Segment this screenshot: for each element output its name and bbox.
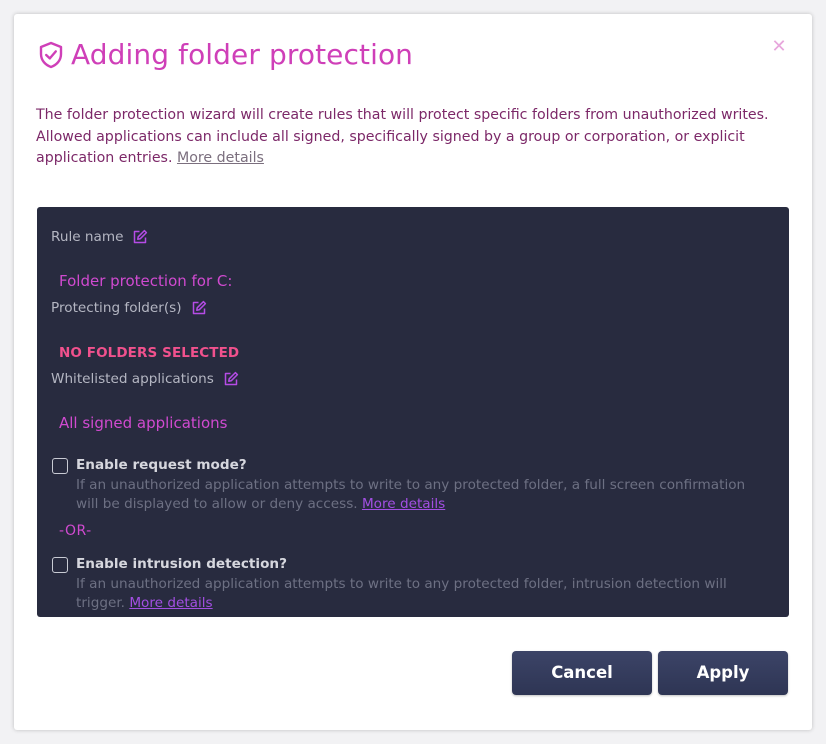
rule-settings-panel: Rule name Folder protection for C: Prote…	[37, 207, 789, 617]
rule-name-value: Folder protection for C:	[59, 272, 233, 290]
rule-name-label: Rule name	[51, 229, 148, 245]
dialog-title: Adding folder protection	[71, 38, 414, 71]
request-mode-description: If an unauthorized application attempts …	[76, 476, 766, 514]
rule-name-label-text: Rule name	[51, 229, 124, 245]
protecting-folders-label-text: Protecting folder(s)	[51, 300, 182, 316]
intro-description: The folder protection wizard will create…	[36, 107, 769, 166]
intro-text: The folder protection wizard will create…	[36, 105, 796, 170]
dialog-header: Adding folder protection	[36, 38, 413, 71]
intrusion-detection-more-details-link[interactable]: More details	[129, 595, 212, 611]
shield-check-icon	[36, 40, 66, 70]
folder-protection-dialog: Adding folder protection ✕ The folder pr…	[14, 14, 812, 730]
request-mode-label[interactable]: Enable request mode?	[76, 457, 247, 473]
protecting-folders-label: Protecting folder(s)	[51, 300, 207, 316]
edit-icon[interactable]	[191, 300, 207, 316]
cancel-button[interactable]: Cancel	[512, 651, 652, 695]
protecting-folders-value: NO FOLDERS SELECTED	[59, 345, 240, 361]
intrusion-detection-description: If an unauthorized application attempts …	[76, 575, 766, 613]
close-icon[interactable]: ✕	[770, 36, 788, 58]
intrusion-detection-label[interactable]: Enable intrusion detection?	[76, 556, 287, 572]
edit-icon[interactable]	[223, 371, 239, 387]
request-mode-checkbox[interactable]	[52, 458, 68, 474]
or-divider: -OR-	[59, 523, 92, 539]
intro-more-details-link[interactable]: More details	[177, 150, 264, 166]
request-mode-more-details-link[interactable]: More details	[362, 496, 445, 512]
intrusion-detection-checkbox[interactable]	[52, 557, 68, 573]
apply-button[interactable]: Apply	[658, 651, 788, 695]
whitelisted-apps-label: Whitelisted applications	[51, 371, 239, 387]
whitelisted-apps-label-text: Whitelisted applications	[51, 371, 214, 387]
edit-icon[interactable]	[132, 229, 148, 245]
whitelisted-apps-value: All signed applications	[59, 414, 228, 432]
